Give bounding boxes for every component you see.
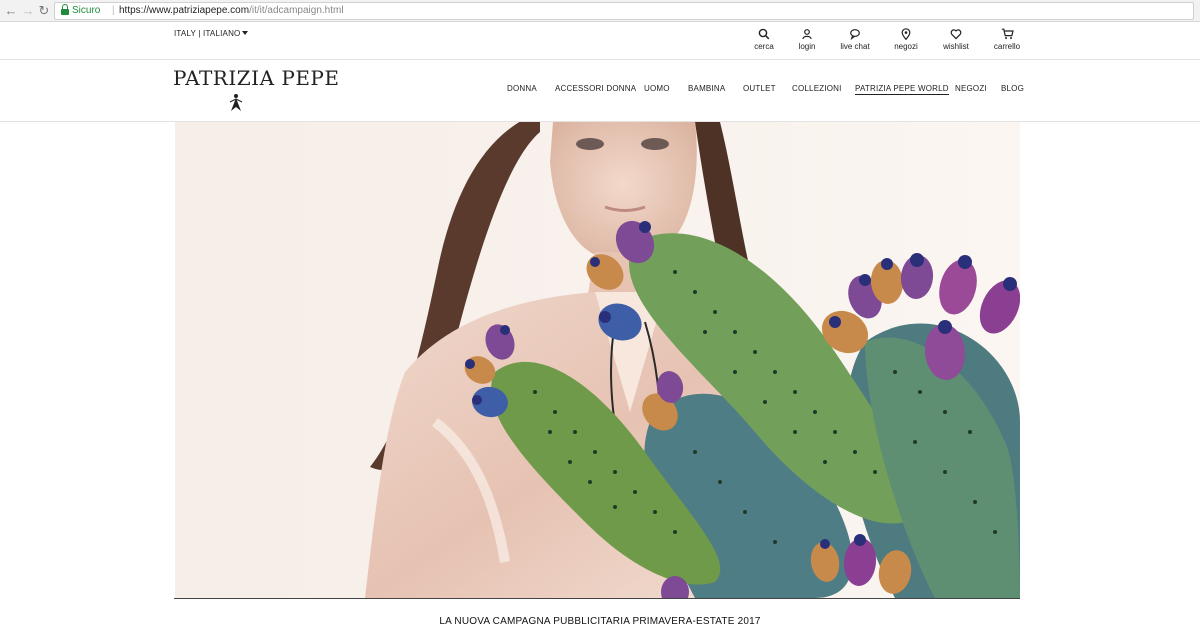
login-label: login [798,42,816,51]
url-path: /it/it/adcampaign.html [249,5,344,16]
locale-label: ITALY | ITALIANO [174,29,241,38]
nav-negozi[interactable]: NEGOZI [955,84,987,93]
cart-button[interactable]: carrello [991,28,1023,51]
browser-toolbar: ← → ↻ Sicuro | https://www.patriziapepe.… [0,0,1200,22]
url-text[interactable]: https://www.patriziapepe.com/it/it/adcam… [119,5,344,16]
nav-blog[interactable]: BLOG [1001,84,1024,93]
back-arrow-icon[interactable]: ← [3,3,19,19]
user-icon [802,29,812,40]
cart-label: carrello [993,42,1021,51]
stores-button[interactable]: negozi [892,28,920,51]
address-separator: | [112,5,115,16]
nav-patrizia-pepe-world[interactable]: PATRIZIA PEPE WORLD [855,84,949,95]
reload-icon[interactable]: ↻ [36,3,52,19]
map-pin-icon [901,28,911,40]
caret-down-icon [242,31,249,35]
hero-divider [174,598,1020,599]
logo[interactable]: PATRIZIA PEPE [173,66,339,90]
cart-icon [1001,28,1014,39]
nav-collezioni[interactable]: COLLEZIONI [792,84,842,93]
chat-icon [850,29,860,40]
locale-selector[interactable]: ITALY | ITALIANO [174,29,249,38]
campaign-hero-image[interactable] [175,122,1020,598]
forward-arrow-icon[interactable]: → [20,3,36,19]
search-icon [758,28,770,40]
nav-accessori-donna[interactable]: ACCESSORI DONNA [555,84,636,93]
live-chat-label: live chat [840,42,870,51]
url-host: https://www.patriziapepe.com [119,5,250,16]
address-bar[interactable]: Sicuro | https://www.patriziapepe.com/it… [54,2,1194,20]
main-header: PATRIZIA PEPE DONNA ACCESSORI DONNA UOMO… [0,60,1200,122]
stores-label: negozi [894,42,918,51]
wishlist-label: wishlist [943,42,969,51]
nav-outlet[interactable]: OUTLET [743,84,776,93]
campaign-caption: LA NUOVA CAMPAGNA PUBBLICITARIA PRIMAVER… [439,616,761,627]
fly-logo-icon [229,94,243,111]
nav-bambina[interactable]: BAMBINA [688,84,725,93]
login-button[interactable]: login [795,28,819,51]
nav-donna[interactable]: DONNA [507,84,537,93]
utility-bar: ITALY | ITALIANO cerca login live chat n… [0,23,1200,60]
search-button[interactable]: cerca [752,28,776,51]
hero-illustration [175,122,1020,598]
live-chat-button[interactable]: live chat [838,28,872,51]
heart-icon [950,29,962,40]
wishlist-button[interactable]: wishlist [940,28,972,51]
lock-icon [61,4,69,15]
search-label: cerca [754,42,774,51]
secure-label: Sicuro [72,5,101,16]
nav-uomo[interactable]: UOMO [644,84,670,93]
